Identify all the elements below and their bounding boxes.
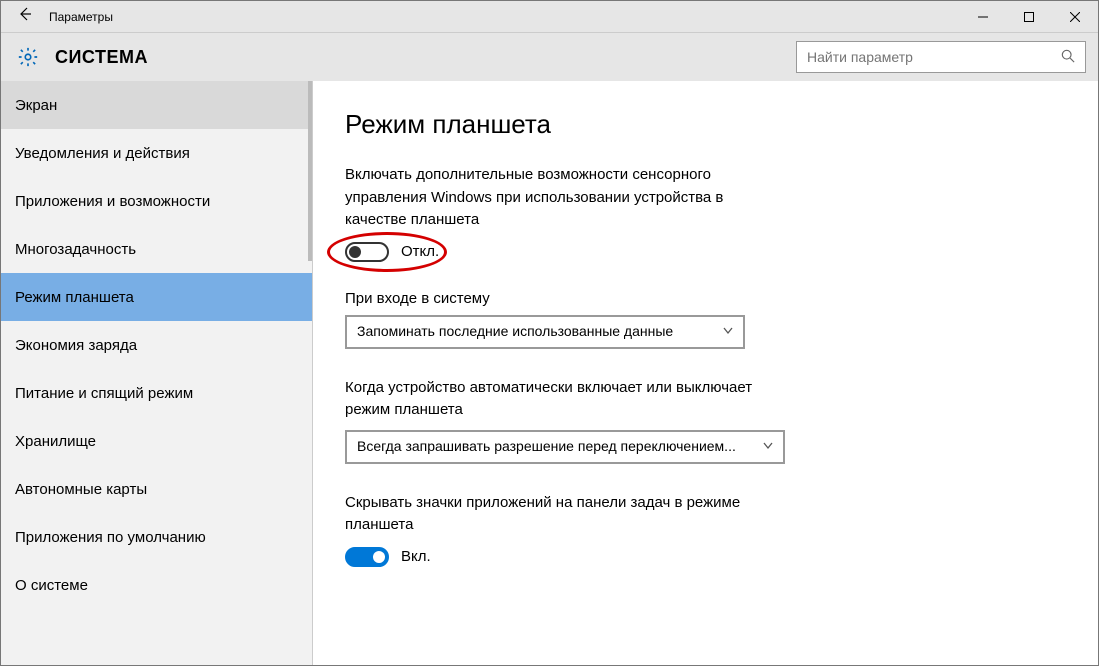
search-input[interactable] xyxy=(807,49,1061,65)
sidebar-item-battery[interactable]: Экономия заряда xyxy=(1,321,312,369)
gear-icon xyxy=(13,46,43,68)
back-button[interactable] xyxy=(1,6,49,27)
auto-switch-dropdown-value: Всегда запрашивать разрешение перед пере… xyxy=(357,437,736,455)
page-title: Режим планшета xyxy=(345,109,1066,140)
sidebar-item-power[interactable]: Питание и спящий режим xyxy=(1,369,312,417)
sidebar-item-multitasking[interactable]: Многозадачность xyxy=(1,225,312,273)
close-button[interactable] xyxy=(1052,1,1098,33)
search-box[interactable] xyxy=(796,41,1086,73)
window-title: Параметры xyxy=(49,10,113,24)
sidebar-item-display[interactable]: Экран xyxy=(1,81,312,129)
tablet-mode-toggle[interactable] xyxy=(345,242,389,262)
sidebar: Экран Уведомления и действия Приложения … xyxy=(1,81,313,665)
sidebar-item-tablet-mode[interactable]: Режим планшета xyxy=(1,273,312,321)
sidebar-item-about[interactable]: О системе xyxy=(1,561,312,609)
auto-switch-label: Когда устройство автоматически включает … xyxy=(345,377,785,422)
chevron-down-icon xyxy=(763,439,773,455)
header: СИСТЕМА xyxy=(1,33,1098,81)
hide-icons-label: Скрывать значки приложений на панели зад… xyxy=(345,492,785,537)
sidebar-item-default-apps[interactable]: Приложения по умолчанию xyxy=(1,513,312,561)
maximize-button[interactable] xyxy=(1006,1,1052,33)
chevron-down-icon xyxy=(723,324,733,340)
hide-icons-toggle-label: Вкл. xyxy=(401,548,431,565)
sidebar-item-notifications[interactable]: Уведомления и действия xyxy=(1,129,312,177)
sidebar-item-apps[interactable]: Приложения и возможности xyxy=(1,177,312,225)
signin-dropdown[interactable]: Запоминать последние использованные данн… xyxy=(345,315,745,349)
hide-icons-toggle[interactable] xyxy=(345,547,389,567)
search-icon xyxy=(1061,49,1075,66)
signin-label: При входе в систему xyxy=(345,290,1066,307)
sidebar-item-storage[interactable]: Хранилище xyxy=(1,417,312,465)
tablet-mode-toggle-label: Откл. xyxy=(401,243,439,260)
scrollbar-thumb[interactable] xyxy=(308,81,312,261)
tablet-mode-description: Включать дополнительные возможности сенс… xyxy=(345,164,765,232)
auto-switch-dropdown[interactable]: Всегда запрашивать разрешение перед пере… xyxy=(345,430,785,464)
titlebar: Параметры xyxy=(1,1,1098,33)
sidebar-item-offline-maps[interactable]: Автономные карты xyxy=(1,465,312,513)
signin-dropdown-value: Запоминать последние использованные данн… xyxy=(357,322,673,340)
minimize-button[interactable] xyxy=(960,1,1006,33)
main-panel: Режим планшета Включать дополнительные в… xyxy=(313,81,1098,665)
header-heading: СИСТЕМА xyxy=(55,47,796,68)
